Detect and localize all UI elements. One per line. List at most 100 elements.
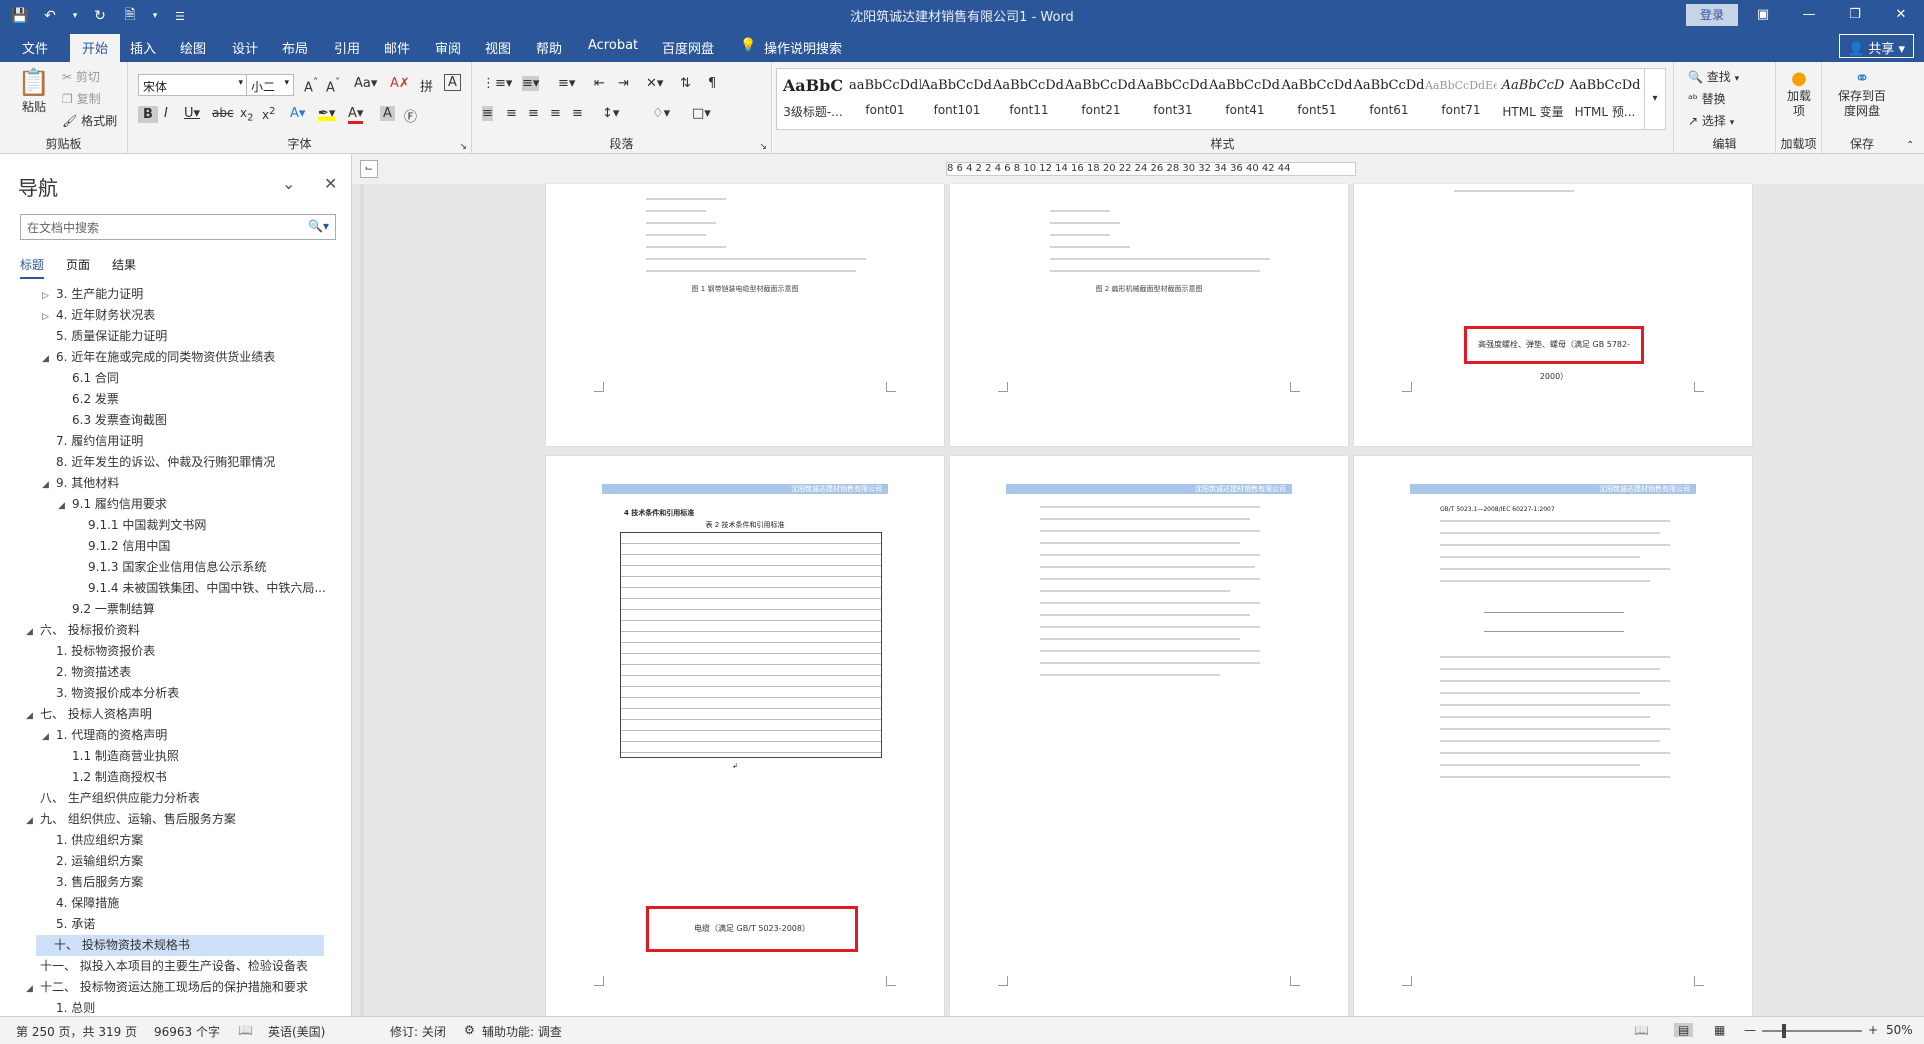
style-item[interactable]: AaBbC 3级标题-... — [777, 69, 849, 129]
tab-view[interactable]: 视图 — [485, 38, 511, 57]
nav-heading-item[interactable]: 5. 质量保证能力证明 — [0, 326, 330, 347]
expand-arrow-icon[interactable]: ◢ — [42, 475, 56, 496]
language[interactable]: 英语(美国) — [268, 1023, 325, 1040]
distributed-icon[interactable]: ≡ — [572, 106, 583, 121]
nav-heading-item[interactable]: 十、 投标物资技术规格书 — [36, 935, 324, 956]
expand-arrow-icon[interactable]: ◢ — [42, 727, 56, 748]
tab-insert[interactable]: 插入 — [130, 38, 156, 57]
style-item[interactable]: AaBbCcDd font51 — [1281, 69, 1353, 129]
nav-heading-item[interactable]: ◢ 六、 投标报价资料 — [0, 620, 330, 641]
nav-heading-item[interactable]: 9.1.1 中国裁判文书网 — [0, 515, 330, 536]
subscript-button[interactable]: x2 — [240, 106, 253, 123]
nav-heading-item[interactable]: 1.2 制造商授权书 — [0, 767, 330, 788]
zoom-out-icon[interactable]: — — [1744, 1023, 1756, 1037]
nav-heading-item[interactable]: ◢ 9.1 履约信用要求 — [0, 494, 330, 515]
expand-arrow-icon[interactable]: ▷ — [42, 307, 56, 328]
zoom-level[interactable]: 50% — [1886, 1023, 1913, 1037]
nav-heading-item[interactable]: 1. 供应组织方案 — [0, 830, 330, 851]
proofing-icon[interactable]: 📖 — [238, 1023, 253, 1037]
nav-heading-item[interactable]: 6.3 发票查询截图 — [0, 410, 330, 431]
nav-heading-item[interactable]: 十一、 拟投入本项目的主要生产设备、检验设备表 — [0, 956, 330, 977]
increase-indent-icon[interactable]: ⇥ — [618, 76, 629, 91]
select-button[interactable]: ↗ 选择 ▾ — [1688, 112, 1734, 129]
web-layout-icon[interactable]: ▦ — [1714, 1023, 1725, 1037]
tab-review[interactable]: 审阅 — [435, 38, 461, 57]
tab-help[interactable]: 帮助 — [536, 38, 562, 57]
highlight-color-icon[interactable]: ✒▾ — [318, 106, 336, 121]
nav-heading-item[interactable]: 1. 投标物资报价表 — [0, 641, 330, 662]
nav-heading-item[interactable]: 7. 履约信用证明 — [0, 431, 330, 452]
enclose-char-icon[interactable]: Ⓕ — [404, 106, 417, 125]
collapse-ribbon-icon[interactable]: ⌃ — [1906, 140, 1914, 151]
nav-heading-item[interactable]: 9.1.2 信用中国 — [0, 536, 330, 557]
strikethrough-button[interactable]: abc — [212, 106, 234, 120]
underline-button[interactable]: U▾ — [184, 106, 200, 121]
style-item[interactable]: AaBbCcDdI font21 — [1065, 69, 1137, 129]
line-spacing-icon[interactable]: ↕▾ — [602, 106, 619, 121]
nav-heading-item[interactable]: 9.1.3 国家企业信用信息公示系统 — [0, 557, 330, 578]
tab-draw[interactable]: 绘图 — [180, 38, 206, 57]
close-icon[interactable]: ✕ — [324, 174, 337, 193]
grow-font-icon[interactable]: Aˆ — [304, 76, 318, 95]
tab-stop-selector[interactable]: ⌙ — [360, 160, 378, 178]
sort-icon[interactable]: ⇅ — [680, 76, 691, 91]
ribbon-display-icon[interactable]: ▣ — [1740, 0, 1786, 30]
nav-heading-item[interactable]: 9.2 一票制结算 — [0, 599, 330, 620]
nav-heading-item[interactable]: 9.1.4 未被国铁集团、中国中铁、中铁六局... — [0, 578, 330, 599]
login-button[interactable]: 登录 — [1686, 4, 1738, 26]
superscript-button[interactable]: x2 — [262, 106, 275, 122]
nav-heading-item[interactable]: ▷ 3. 生产能力证明 — [0, 284, 330, 305]
numbering-icon[interactable]: ≡▾ — [522, 76, 540, 91]
tab-baidu-netdisk[interactable]: 百度网盘 — [662, 38, 714, 57]
font-name-select[interactable]: 宋体 ▾ — [138, 74, 248, 96]
shrink-font-icon[interactable]: Aˇ — [326, 76, 340, 95]
nav-heading-item[interactable]: 1.1 制造商营业执照 — [0, 746, 330, 767]
font-size-select[interactable]: 小二 ▾ — [246, 74, 294, 96]
nav-heading-item[interactable]: ◢ 6. 近年在施或完成的同类物资供货业绩表 — [0, 347, 330, 368]
copy-button[interactable]: ❐ 复制 — [62, 90, 101, 107]
share-button[interactable]: 👤 共享 ▾ — [1838, 34, 1914, 58]
paste-button[interactable]: 📋 粘贴 — [14, 68, 54, 115]
zoom-slider-thumb[interactable] — [1782, 1024, 1786, 1038]
tab-mailings[interactable]: 邮件 — [384, 38, 410, 57]
tab-headings[interactable]: 标题 — [20, 256, 45, 279]
char-border-icon[interactable]: A — [444, 74, 461, 91]
bullets-icon[interactable]: ⋮≡▾ — [482, 76, 512, 91]
nav-heading-item[interactable]: ◢ 1. 代理商的资格声明 — [0, 725, 330, 746]
align-left-icon[interactable]: ≡ — [482, 106, 493, 121]
addins-button[interactable]: ● 加载项 — [1780, 68, 1818, 119]
expand-arrow-icon[interactable]: ◢ — [42, 349, 56, 370]
horizontal-ruler[interactable]: 8 6 4 2 2 4 6 8 10 12 14 16 18 20 22 24 … — [946, 162, 1356, 176]
chevron-down-icon[interactable]: ⌄ — [282, 174, 295, 193]
minimize-icon[interactable]: — — [1786, 0, 1832, 30]
expand-arrow-icon[interactable]: ◢ — [26, 979, 40, 1000]
tab-results[interactable]: 结果 — [112, 256, 136, 279]
asian-layout-icon[interactable]: ✕▾ — [646, 76, 663, 91]
format-painter-button[interactable]: 🖌 格式刷 — [62, 112, 117, 129]
style-item[interactable]: AaBbCcDdI font101 — [921, 69, 993, 129]
restore-icon[interactable]: ❐ — [1832, 0, 1878, 30]
dialog-launcher-icon[interactable]: ↘ — [759, 142, 767, 152]
tab-references[interactable]: 引用 — [334, 38, 360, 57]
styles-more-icon[interactable]: ▾ — [1644, 68, 1666, 130]
page-thumbnail[interactable]: 沈阳筑诚达建材销售有限公司 — [950, 456, 1348, 1016]
phonetic-guide-icon[interactable]: 拼 — [420, 76, 433, 95]
align-right-icon[interactable]: ≡ — [528, 106, 539, 121]
nav-heading-item[interactable]: ◢ 十二、 投标物资运达施工现场后的保护措施和要求 — [0, 977, 330, 998]
read-mode-icon[interactable]: 📖 — [1634, 1023, 1649, 1037]
nav-heading-item[interactable]: ▷ 4. 近年财务状况表 — [0, 305, 330, 326]
style-item[interactable]: AaBbCcDdI font31 — [1137, 69, 1209, 129]
expand-arrow-icon[interactable]: ◢ — [26, 811, 40, 832]
shading-icon[interactable]: ♢▾ — [652, 106, 670, 121]
nav-heading-item[interactable]: ◢ 七、 投标人资格声明 — [0, 704, 330, 725]
nav-heading-item[interactable]: 2. 物资描述表 — [0, 662, 330, 683]
style-item[interactable]: AaBbCcDd font61 — [1353, 69, 1425, 129]
style-item[interactable]: AaBbCcDdI font11 — [993, 69, 1065, 129]
text-effects-icon[interactable]: A▾ — [290, 106, 305, 121]
nav-heading-item[interactable]: 6.2 发票 — [0, 389, 330, 410]
change-case-icon[interactable]: Aa▾ — [354, 76, 377, 91]
replace-button[interactable]: ᵃᵇ 替换 — [1688, 90, 1726, 107]
nav-heading-item[interactable]: ◢ 9. 其他材料 — [0, 473, 330, 494]
align-center-icon[interactable]: ≡ — [506, 106, 517, 121]
style-item[interactable]: AaBbCcDdEe font71 — [1425, 69, 1497, 129]
